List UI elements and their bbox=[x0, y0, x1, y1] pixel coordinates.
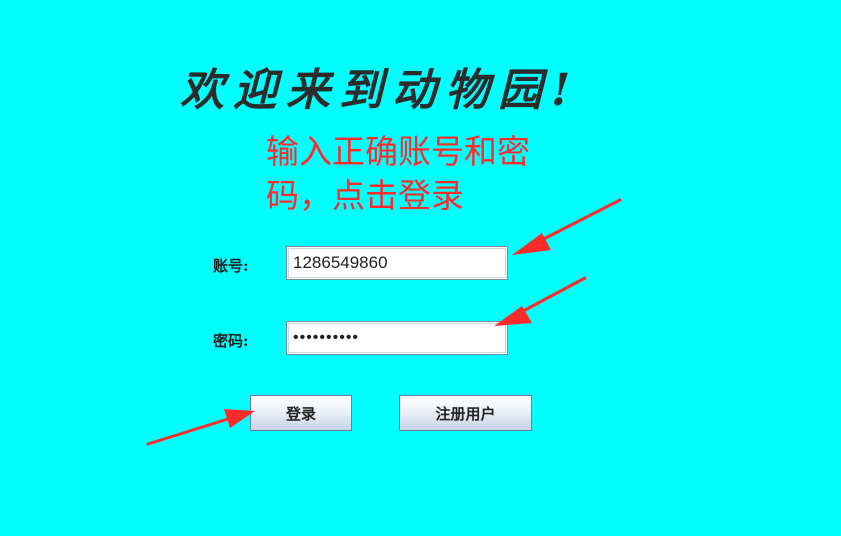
arrow-to-login-button bbox=[146, 409, 255, 446]
login-button[interactable]: 登录 bbox=[250, 395, 352, 431]
password-input[interactable] bbox=[286, 321, 508, 355]
account-label: 账号: bbox=[213, 257, 249, 275]
arrow-to-password-input bbox=[494, 276, 587, 326]
password-label: 密码: bbox=[213, 332, 249, 350]
welcome-title: 欢迎来到动物园! bbox=[180, 65, 580, 116]
login-hint: 输入正确账号和密码，点击登录 bbox=[266, 132, 530, 215]
register-button[interactable]: 注册用户 bbox=[399, 395, 532, 431]
account-input[interactable] bbox=[286, 246, 508, 280]
